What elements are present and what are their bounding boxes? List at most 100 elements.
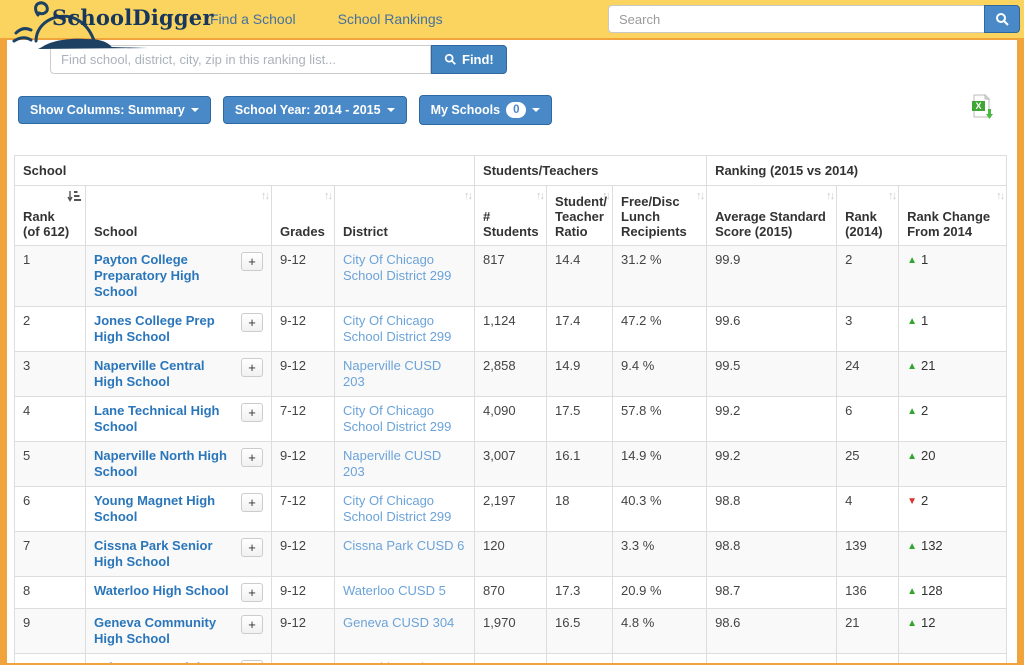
add-school-button[interactable]: + (241, 358, 263, 377)
table-row: 4Lane Technical High School+7-12City Of … (15, 397, 1007, 442)
column-header-6[interactable]: Free/DiscLunchRecipients↑↓ (613, 186, 707, 246)
add-school-button[interactable]: + (241, 493, 263, 512)
lunch-cell: 31.2 % (613, 246, 707, 307)
district-link[interactable]: Geneva CUSD 304 (343, 615, 454, 630)
show-columns-label: Show Columns: Summary (30, 103, 185, 117)
column-header-1[interactable]: School↑↓ (86, 186, 272, 246)
district-link[interactable]: City Of Chicago School District 299 (343, 403, 451, 434)
district-link[interactable]: Naperville CUSD 203 (343, 358, 441, 389)
rank-change-value: 13 (921, 660, 935, 663)
table-row: 8Waterloo High School+9-12Waterloo CUSD … (15, 577, 1007, 609)
school-cell: Waterloo High School+ (86, 577, 272, 609)
school-cell: Naperville Central High School+ (86, 352, 272, 397)
table-row: 5Naperville North High School+9-12Naperv… (15, 442, 1007, 487)
rank-up-icon: ▲ (907, 406, 917, 417)
school-link[interactable]: Lane Technical High School (94, 403, 237, 435)
school-link[interactable]: John Hersey High School (94, 660, 237, 663)
site-search-button[interactable] (984, 5, 1020, 33)
rank-cell: 3 (15, 352, 86, 397)
rank-change-value: 1 (921, 252, 928, 267)
school-link[interactable]: Jones College Prep High School (94, 313, 237, 345)
grades-cell: 9-12 (272, 307, 335, 352)
site-search-input[interactable] (608, 5, 984, 33)
sort-icon: ↑↓ (996, 189, 1003, 204)
show-columns-dropdown[interactable]: Show Columns: Summary (18, 96, 211, 124)
column-header-9[interactable]: Rank ChangeFrom 2014 ↑↓ (899, 186, 1007, 246)
column-header-0[interactable]: Rank(of 612) (15, 186, 86, 246)
add-school-button[interactable]: + (241, 448, 263, 467)
column-header-5[interactable]: Student/TeacherRatio↑↓ (547, 186, 613, 246)
lunch-cell: 4.8 % (613, 609, 707, 654)
nav-school-rankings[interactable]: School Rankings (338, 11, 443, 27)
search-icon (995, 12, 1010, 27)
column-header-4[interactable]: #Students↑↓ (475, 186, 547, 246)
rank-cell: 10 (15, 654, 86, 664)
ratio-cell: 17.3 (547, 577, 613, 609)
lunch-cell: 47.2 % (613, 307, 707, 352)
lunch-cell: 3.3 % (613, 532, 707, 577)
district-link[interactable]: City Of Chicago School District 299 (343, 313, 451, 344)
school-year-label: School Year: 2014 - 2015 (235, 103, 381, 117)
add-school-button[interactable]: + (241, 583, 263, 602)
school-link[interactable]: Cissna Park Senior High School (94, 538, 237, 570)
add-school-button[interactable]: + (241, 538, 263, 557)
group-header-1: Students/Teachers (475, 156, 707, 186)
score-cell: 99.2 (707, 397, 837, 442)
school-cell: Young Magnet High School+ (86, 487, 272, 532)
add-school-button[interactable]: + (241, 252, 263, 271)
add-school-button[interactable]: + (241, 403, 263, 422)
grades-cell: 9-12 (272, 532, 335, 577)
column-header-row: Rank(of 612)School↑↓Grades↑↓District↑↓#S… (15, 186, 1007, 246)
export-to-excel-icon[interactable]: X (971, 94, 993, 125)
students-cell: 870 (475, 577, 547, 609)
rank-up-icon: ▲ (907, 255, 917, 266)
column-header-label: #Students (483, 209, 539, 239)
column-header-7[interactable]: Average StandardScore (2015)↑↓ (707, 186, 837, 246)
schooldigger-logo[interactable]: SchoolDigger (0, 0, 200, 39)
sort-active-icon (67, 190, 81, 205)
ratio-cell: 14.9 (547, 352, 613, 397)
grades-cell: 9-12 (272, 246, 335, 307)
district-link[interactable]: City Of Chicago School District 299 (343, 252, 451, 283)
district-link[interactable]: City Of Chicago School District 299 (343, 493, 451, 524)
rank-cell: 2 (15, 307, 86, 352)
sort-icon: ↑↓ (464, 189, 471, 204)
svg-text:X: X (975, 101, 981, 111)
students-cell: 4,090 (475, 397, 547, 442)
district-link[interactable]: Cissna Park CUSD 6 (343, 538, 464, 553)
chevron-down-icon (191, 108, 199, 112)
rank-cell: 4 (15, 397, 86, 442)
table-row: 9Geneva Community High School+9-12Geneva… (15, 609, 1007, 654)
ratio-cell: 18 (547, 487, 613, 532)
school-link[interactable]: Naperville North High School (94, 448, 237, 480)
column-header-label: Rank ChangeFrom 2014 (907, 209, 990, 239)
district-link[interactable]: Township Hsd 214 (343, 660, 449, 663)
column-header-2[interactable]: Grades↑↓ (272, 186, 335, 246)
school-link[interactable]: Naperville Central High School (94, 358, 237, 390)
district-link[interactable]: Waterloo CUSD 5 (343, 583, 446, 598)
school-link[interactable]: Geneva Community High School (94, 615, 237, 647)
rank-cell: 8 (15, 577, 86, 609)
find-button[interactable]: Find! (431, 45, 507, 74)
score-cell: 99.2 (707, 442, 837, 487)
school-link[interactable]: Young Magnet High School (94, 493, 237, 525)
ratio-cell (547, 532, 613, 577)
my-schools-dropdown[interactable]: My Schools 0 (419, 95, 553, 125)
nav-find-a-school[interactable]: Find a School (210, 11, 296, 27)
school-cell: Jones College Prep High School+ (86, 307, 272, 352)
rank2014-cell: 23 (837, 654, 899, 664)
district-link[interactable]: Naperville CUSD 203 (343, 448, 441, 479)
chevron-down-icon (387, 108, 395, 112)
add-school-button[interactable]: + (241, 615, 263, 634)
main-content: Find! Show Columns: Summary School Year:… (7, 40, 1017, 663)
add-school-button[interactable]: + (241, 660, 263, 663)
table-row: 6Young Magnet High School+7-12City Of Ch… (15, 487, 1007, 532)
school-link[interactable]: Waterloo High School (94, 583, 237, 599)
school-link[interactable]: Payton College Preparatory High School (94, 252, 237, 300)
column-header-3[interactable]: District↑↓ (335, 186, 475, 246)
school-year-dropdown[interactable]: School Year: 2014 - 2015 (223, 96, 407, 124)
my-schools-count-badge: 0 (506, 102, 526, 118)
column-header-8[interactable]: Rank(2014)↑↓ (837, 186, 899, 246)
add-school-button[interactable]: + (241, 313, 263, 332)
rank-change-value: 20 (921, 448, 935, 463)
